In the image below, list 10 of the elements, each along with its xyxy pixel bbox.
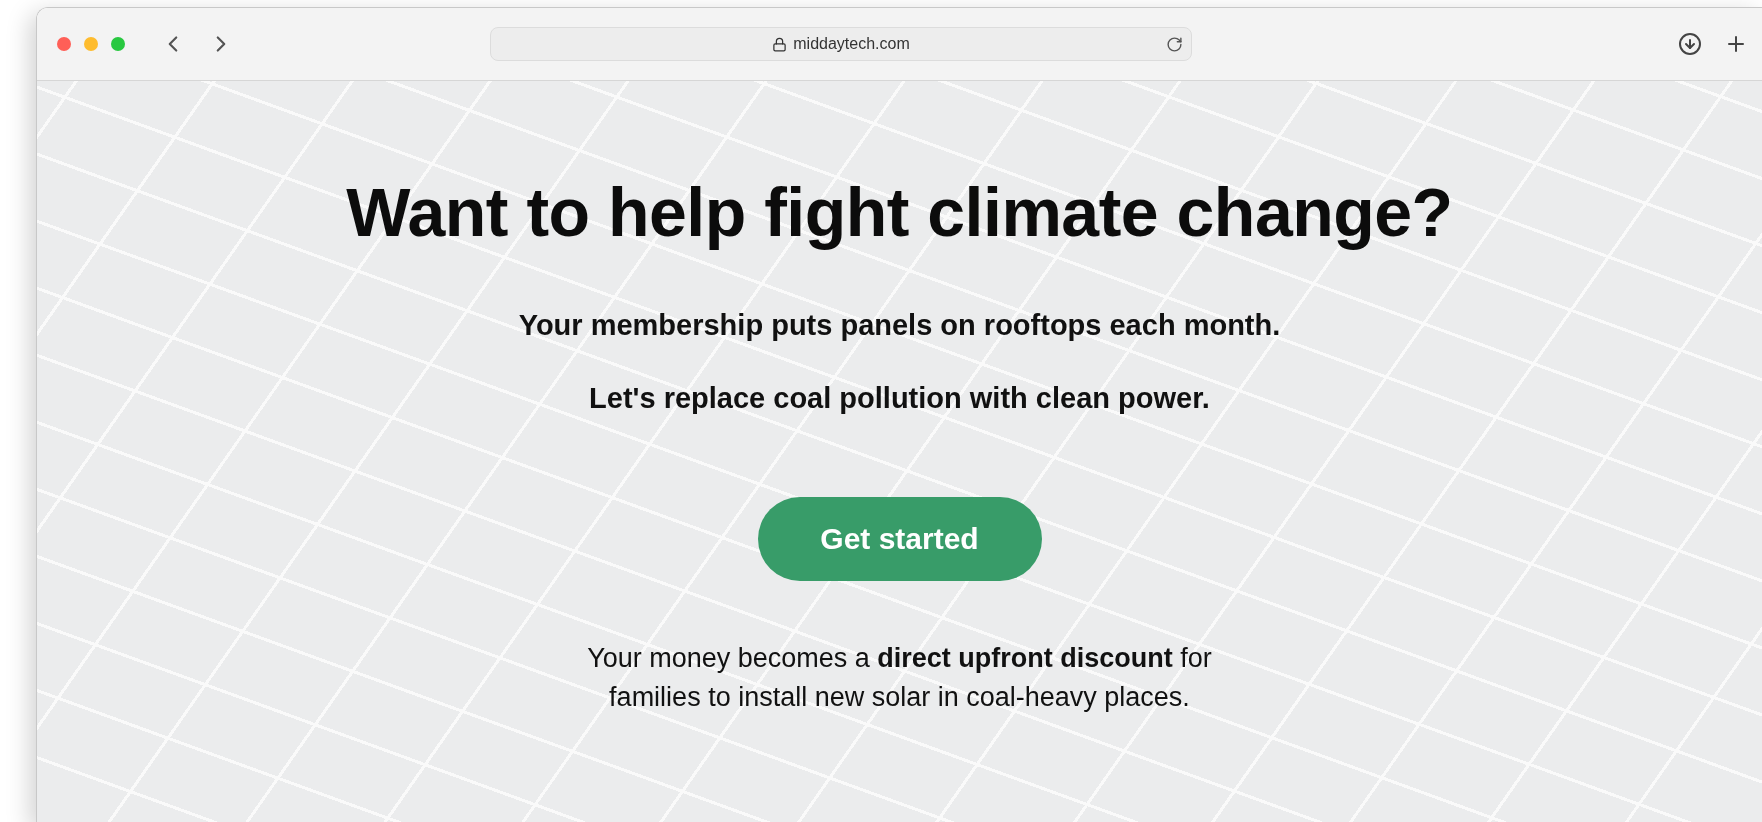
hero-subtitle: Let's replace coal pollution with clean power.: [589, 382, 1210, 415]
close-button[interactable]: [57, 37, 71, 51]
address-bar[interactable]: middaytech.com: [490, 27, 1192, 61]
hero-title: Want to help fight climate change?: [346, 173, 1453, 251]
download-icon[interactable]: [1678, 32, 1702, 56]
reload-icon[interactable]: [1166, 35, 1183, 53]
lock-icon: [772, 36, 788, 52]
note-text: Your money becomes a direct upfront discount for: [587, 643, 1212, 674]
hero-subtitle: Your membership puts panels on rooftops each month.: [518, 309, 1281, 342]
note-text: families to install new solar in coal-heavy places.: [609, 682, 1190, 713]
